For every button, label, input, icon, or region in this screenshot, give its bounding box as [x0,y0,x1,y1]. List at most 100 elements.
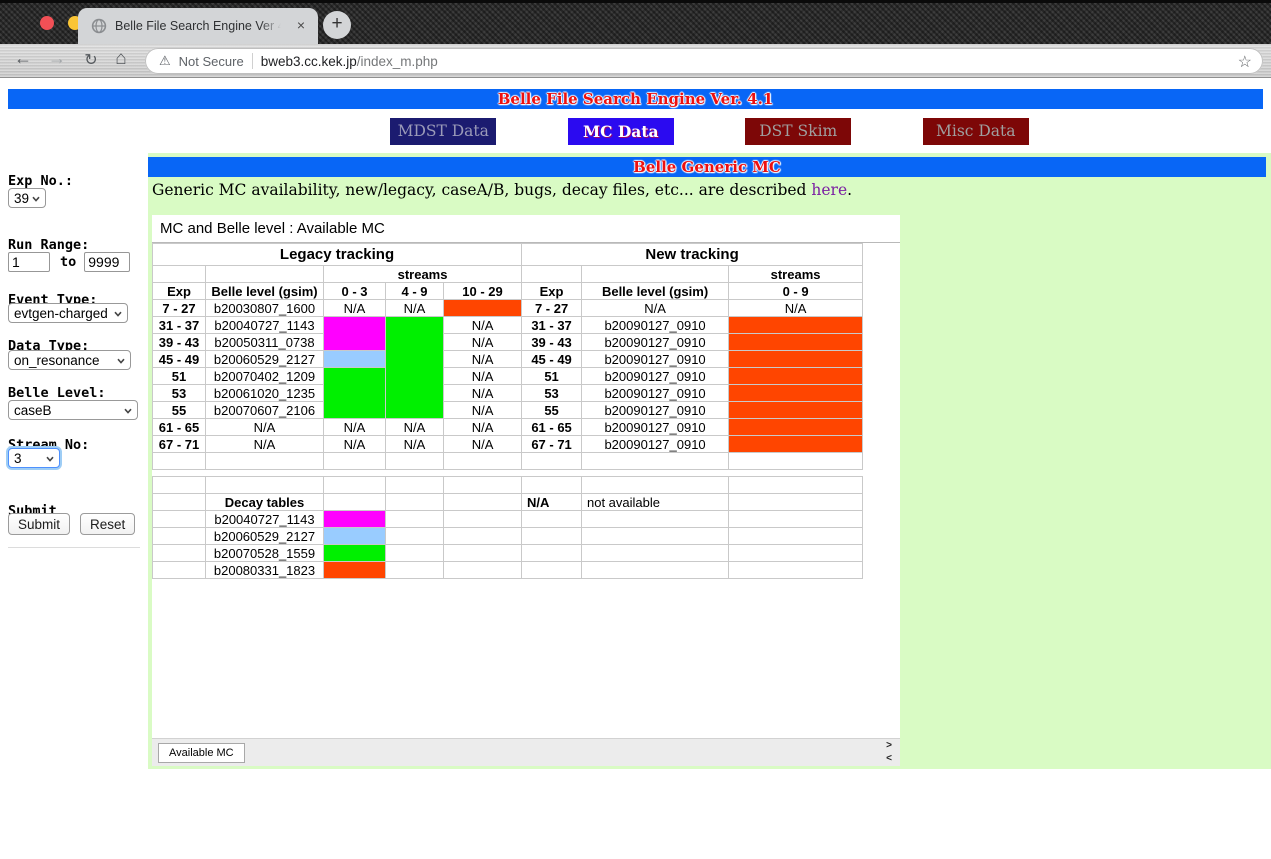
description-text: Generic MC availability, new/legacy, cas… [152,181,811,199]
sheet-cell [324,368,386,419]
sheet-cell [206,477,324,494]
nav-mc-data-button[interactable]: MC Data [568,118,674,145]
sheet-cell [582,453,729,470]
sheet-cell [729,334,863,351]
sheet-cell [324,528,386,545]
sheet-cell [444,494,522,511]
sheet-cell [324,545,386,562]
sheet-cell: 7 - 27 [153,300,206,317]
not-secure-label: Not Secure [179,54,244,69]
nav-slot: Misc Data [887,118,1065,145]
screen: Belle File Search Engine Ver 4.1 × + ← →… [0,0,1271,859]
exp-no-select[interactable]: 39 [8,188,46,208]
sheet-cell: b20060529_2127 [206,528,324,545]
sheet-tab-available-mc[interactable]: Available MC [158,743,245,763]
new-tab-button[interactable]: + [323,11,351,39]
sheet-cell: 10 - 29 [444,283,522,300]
submit-button[interactable]: Submit [8,513,70,535]
sheet-cell: N/A [729,300,863,317]
sheet-cell [324,351,386,368]
generic-mc-panel: Belle Generic MC Generic MC availability… [148,153,1271,769]
url-text: bweb3.cc.kek.jp/index_m.php [261,54,438,69]
mc-description: Generic MC availability, new/legacy, cas… [152,181,852,199]
sheet-cell: b20090127_0910 [582,317,729,334]
sheet-cell: N/A [324,300,386,317]
sheet-cell: not available [582,494,729,511]
browser-tab[interactable]: Belle File Search Engine Ver 4.1 × [78,8,318,44]
belle-level-select[interactable]: caseB [8,400,138,420]
sheet-cell: Belle level (gsim) [206,283,324,300]
description-here-link[interactable]: here [811,181,847,199]
sheet-cell: Legacy tracking [153,244,522,266]
sheet-cell: N/A [444,419,522,436]
bookmark-star-icon[interactable]: ☆ [1238,52,1252,72]
data-type-select[interactable]: on_resonance [8,350,131,370]
reset-button[interactable]: Reset [80,513,135,535]
back-icon[interactable]: ← [10,48,36,69]
sheet-cell: b20070528_1559 [206,545,324,562]
exp-no-value: 39 [14,191,29,206]
sheet-cell: 51 [522,368,582,385]
sheet-cell: 31 - 37 [153,317,206,334]
sheet-cell: 53 [153,385,206,402]
sheet-cell [729,385,863,402]
forward-icon[interactable]: → [44,48,70,69]
page-banner-title: Belle File Search Engine Ver. 4.1 [8,89,1263,109]
sheet-title: MC and Belle level : Available MC [152,215,900,243]
sheet-cell: N/A [444,317,522,334]
sheet-cell: 53 [522,385,582,402]
sheet-cell: 31 - 37 [522,317,582,334]
run-from-input[interactable] [8,252,50,272]
traffic-light-close-button[interactable] [40,16,54,30]
sheet-cell [324,453,386,470]
sheet-cell: Decay tables [206,494,324,511]
sheet-cell [522,477,582,494]
reload-icon[interactable]: ↻ [78,50,104,70]
sheet-cell [324,317,386,351]
nav-slot: MDST Data [355,118,533,145]
sheet-cell [153,266,206,283]
tab-scroll-right-icon[interactable]: > [886,741,892,751]
sheet-cell [324,477,386,494]
sheet-cell [582,511,729,528]
search-form-sidebar: Exp No.: 39 Run Range: to Event Type: ev… [8,173,144,563]
sheet-cell: b20090127_0910 [582,436,729,453]
sheet-cell [444,545,522,562]
event-type-select[interactable]: evtgen-charged [8,303,128,323]
sheet-cell: N/A [444,402,522,419]
nav-mdst-data-button[interactable]: MDST Data [390,118,496,145]
run-to-input[interactable] [84,252,130,272]
sheet-cell [324,562,386,579]
tab-close-icon[interactable]: × [292,17,310,35]
chevron-down-icon [32,196,40,202]
home-icon[interactable]: ⌂ [108,48,134,70]
sheet-cell: 39 - 43 [153,334,206,351]
sheet-cell: 51 [153,368,206,385]
sheet-cell [729,317,863,334]
sheet-cell [522,562,582,579]
nav-misc-data-button[interactable]: Misc Data [923,118,1029,145]
nav-dst-skim-button[interactable]: DST Skim [745,118,851,145]
stream-no-select[interactable]: 3 [8,448,60,468]
run-to-word: to [60,254,76,270]
browser-toolbar: ← → ↻ ⌂ ⚠ Not Secure bweb3.cc.kek.jp/ind… [0,44,1271,78]
sheet-cell [729,494,863,511]
sheet-cell [444,511,522,528]
sheet-cell [153,511,206,528]
sheet-cell [729,368,863,385]
tab-scroll-left-icon[interactable]: < [886,754,892,764]
sheet-cell: b20090127_0910 [582,402,729,419]
sheet-cell: N/A [444,334,522,351]
sheet-cell: b20040727_1143 [206,317,324,334]
run-range-label: Run Range: [8,237,89,253]
address-bar[interactable]: ⚠ Not Secure bweb3.cc.kek.jp/index_m.php… [145,48,1263,74]
sheet-cell [729,528,863,545]
sheet-tab-scroll: > < [886,741,892,764]
chevron-down-icon [117,358,125,364]
sheet-cell [206,266,324,283]
sheet-cell [444,562,522,579]
sheet-cell: b20090127_0910 [582,385,729,402]
sheet-cell [444,528,522,545]
sheet-cell: N/A [444,351,522,368]
sheet-cell: b20060529_2127 [206,351,324,368]
